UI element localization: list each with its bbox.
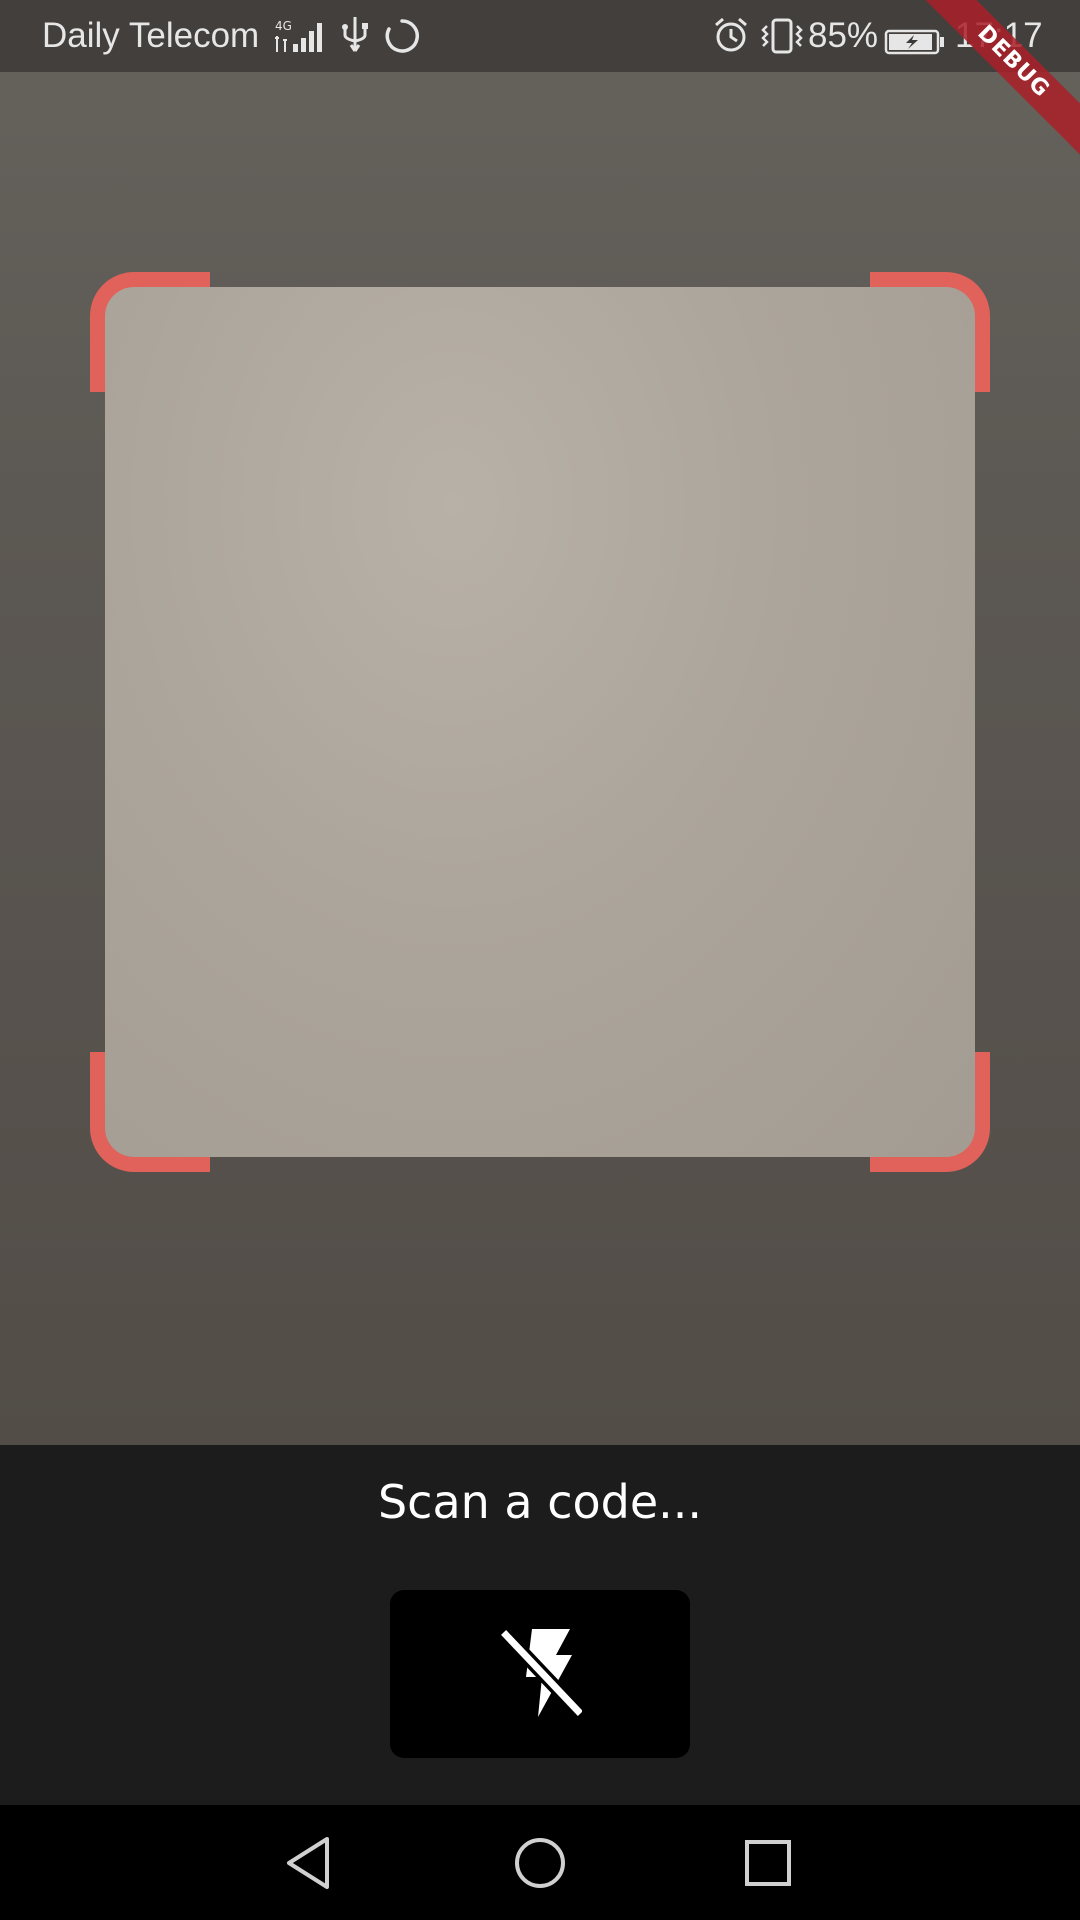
- sync-icon: [384, 18, 420, 63]
- scan-prompt: Scan a code...: [377, 1475, 703, 1529]
- scan-window: [105, 287, 975, 1157]
- battery-charging-icon: [884, 24, 946, 64]
- navigation-bar: [0, 1805, 1080, 1920]
- recents-button[interactable]: [738, 1835, 798, 1895]
- flash-toggle-button[interactable]: [390, 1590, 690, 1758]
- flash-off-icon: [498, 1625, 584, 1723]
- home-button[interactable]: [510, 1835, 570, 1895]
- home-icon: [513, 1836, 567, 1894]
- usb-icon: [340, 15, 370, 64]
- network-type: 4G: [275, 19, 292, 33]
- bottom-panel: Scan a code...: [0, 1445, 1080, 1805]
- back-icon: [283, 1835, 335, 1895]
- scan-frame-corner-top-left: [90, 272, 210, 392]
- carrier-name: Daily Telecom: [42, 16, 260, 55]
- vibrate-icon: [759, 18, 805, 63]
- scan-frame-corner-top-right: [870, 272, 990, 392]
- status-bar: Daily Telecom 4G 85%: [0, 0, 1080, 72]
- screen: Daily Telecom 4G 85% DEBUG Scan a code..…: [0, 0, 1080, 1920]
- scan-frame-corner-bottom-right: [870, 1052, 990, 1172]
- signal-icon: 4G: [273, 18, 329, 63]
- camera-preview: [0, 0, 1080, 1445]
- recents-icon: [743, 1838, 793, 1892]
- alarm-icon: [712, 16, 750, 63]
- back-button[interactable]: [279, 1835, 339, 1895]
- scan-frame-corner-bottom-left: [90, 1052, 210, 1172]
- battery-percentage: 85%: [808, 16, 879, 55]
